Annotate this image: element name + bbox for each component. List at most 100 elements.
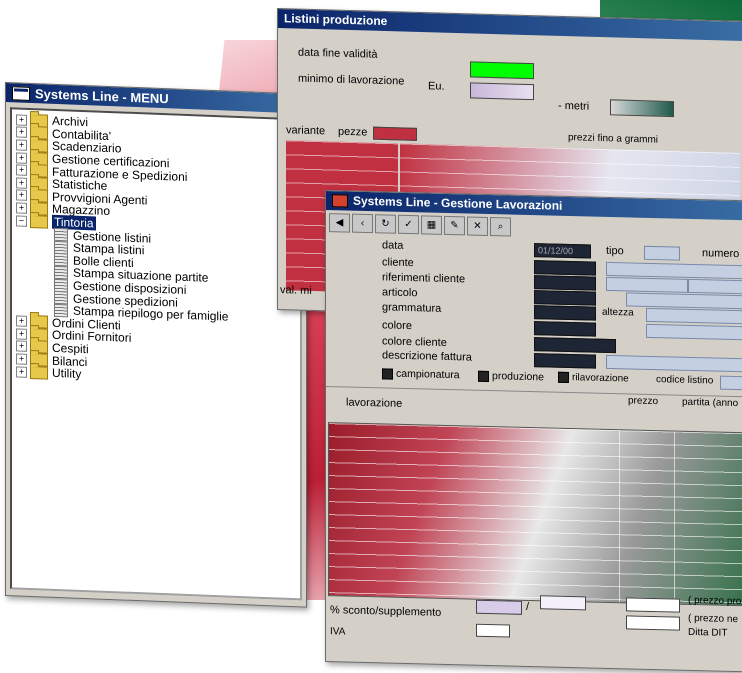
table-rows: [329, 423, 742, 606]
prezzo-ne-field[interactable]: [626, 615, 680, 631]
grammatura-field[interactable]: [534, 305, 596, 321]
menu-window: Systems Line - MENU + Archivi + Contabilit…: [5, 82, 307, 608]
descrizione-fattura-label: descrizione fattura: [382, 349, 472, 364]
data-field[interactable]: 01/12/00: [534, 243, 591, 259]
articolo-desc-field[interactable]: [626, 292, 742, 310]
articolo-label: articolo: [382, 286, 418, 300]
data-fine-validita-field[interactable]: [470, 61, 534, 80]
expand-icon[interactable]: +: [16, 114, 27, 126]
open-folder-icon: [30, 214, 48, 229]
app-icon: [332, 194, 348, 208]
articolo-code-field[interactable]: [534, 290, 596, 306]
supplemento-field[interactable]: [540, 595, 586, 611]
expand-icon[interactable]: +: [16, 177, 27, 189]
riferimenti-field-2[interactable]: [606, 276, 688, 293]
tipo-label: tipo: [606, 244, 624, 258]
cliente-label: cliente: [382, 256, 414, 270]
cliente-code-field[interactable]: [534, 260, 596, 276]
codice-listino-field[interactable]: [720, 375, 742, 391]
table-column-divider: [619, 430, 620, 603]
table-column-divider: [674, 431, 675, 604]
eu-label: Eu.: [428, 80, 445, 93]
rilavorazione-checkbox[interactable]: rilavorazione: [558, 371, 629, 385]
rilavorazione-label: rilavorazione: [572, 372, 629, 385]
lavorazioni-window: Systems Line - Gestione Lavorazioni ◀ ‹ …: [325, 190, 742, 673]
search-icon[interactable]: ⌕: [490, 217, 511, 237]
pezze-field[interactable]: [373, 126, 417, 141]
expand-icon[interactable]: +: [16, 189, 27, 202]
expand-icon[interactable]: +: [16, 126, 27, 139]
riferimenti-label: riferimenti cliente: [382, 271, 466, 286]
colore-cliente-field[interactable]: [534, 337, 616, 354]
variante-header: variante: [286, 124, 326, 138]
expand-icon[interactable]: +: [16, 340, 27, 353]
checkbox-icon: [558, 371, 569, 383]
expand-icon[interactable]: +: [16, 139, 27, 151]
colore-desc-field[interactable]: [646, 323, 742, 341]
expand-icon[interactable]: +: [16, 366, 27, 378]
iva-field[interactable]: [476, 623, 510, 638]
minimo-eu-field[interactable]: [470, 82, 534, 101]
pezze-header: pezze: [338, 125, 368, 139]
campionatura-label: campionatura: [396, 367, 460, 382]
refresh-icon[interactable]: ↻: [375, 214, 396, 234]
codice-listino-label: codice listino: [656, 374, 714, 387]
minimo-lavorazione-label: minimo di lavorazione: [298, 72, 405, 88]
document-icon: [54, 253, 68, 267]
new-record-icon[interactable]: ▦: [421, 215, 442, 235]
riferimenti-field[interactable]: [534, 275, 596, 291]
expand-icon[interactable]: +: [16, 328, 27, 340]
check-icon[interactable]: ✓: [398, 214, 419, 235]
document-icon: [54, 265, 68, 280]
colore-cliente-label: colore cliente: [382, 335, 447, 349]
metri-label: - metri: [558, 99, 590, 113]
expand-icon[interactable]: +: [16, 315, 27, 328]
partita-header: partita (anno: [682, 396, 739, 410]
folder-icon: [30, 365, 48, 380]
prezzo-pro-label: ( prezzo pro: [688, 594, 742, 608]
menu-tree: + Archivi + Contabilita' + Scadenziario + Ge…: [10, 107, 302, 601]
prezzo-pro-field[interactable]: [626, 597, 680, 613]
divider: [326, 386, 742, 398]
edit-icon[interactable]: ✎: [444, 215, 465, 236]
prev-record-icon[interactable]: ‹: [352, 213, 373, 234]
document-icon: [54, 290, 68, 305]
collapse-icon[interactable]: −: [16, 214, 27, 227]
prezzi-header: prezzi fino a grammi: [568, 132, 659, 146]
prezzo-header: prezzo: [628, 395, 659, 408]
first-record-icon[interactable]: ◀: [329, 213, 350, 233]
document-icon: [54, 228, 68, 242]
expand-icon[interactable]: +: [16, 152, 27, 164]
numero-label: numero: [702, 247, 740, 261]
expand-icon[interactable]: +: [16, 353, 27, 365]
riferimenti-field-3[interactable]: [688, 278, 742, 295]
expand-icon[interactable]: +: [16, 164, 27, 177]
toolbar: ◀ ‹ ↻ ✓ ▦ ✎ ✕ ⌕: [329, 213, 511, 237]
produzione-checkbox[interactable]: produzione: [478, 370, 544, 384]
document-icon: [54, 240, 68, 255]
tipo-field[interactable]: [644, 245, 680, 261]
ditta-label: Ditta DIT: [688, 626, 728, 639]
lavorazione-header: lavorazione: [346, 396, 403, 410]
altezza-label: altezza: [602, 306, 634, 319]
prezzo-ne-label: ( prezzo ne: [688, 612, 739, 626]
checkbox-icon: [478, 370, 489, 382]
delete-icon[interactable]: ✕: [467, 216, 488, 236]
checkbox-icon: [382, 368, 393, 380]
descrizione-fattura-field-2[interactable]: [606, 354, 742, 373]
lavorazioni-table[interactable]: [328, 422, 742, 607]
slash-label: /: [526, 600, 530, 613]
sconto-field[interactable]: [476, 599, 522, 615]
campionatura-checkbox[interactable]: campionatura: [382, 367, 460, 381]
descrizione-fattura-field[interactable]: [534, 353, 596, 369]
produzione-label: produzione: [492, 370, 544, 384]
document-icon: [54, 278, 68, 292]
altezza-field[interactable]: [646, 307, 742, 325]
data-fine-validita-label: data fine validità: [298, 46, 378, 61]
colore-code-field[interactable]: [534, 321, 596, 337]
val-min-label: val. mi: [280, 284, 312, 297]
metri-field[interactable]: [610, 99, 674, 118]
colore-label: colore: [382, 319, 412, 333]
iva-label: IVA: [330, 626, 346, 638]
expand-icon[interactable]: +: [16, 202, 27, 214]
